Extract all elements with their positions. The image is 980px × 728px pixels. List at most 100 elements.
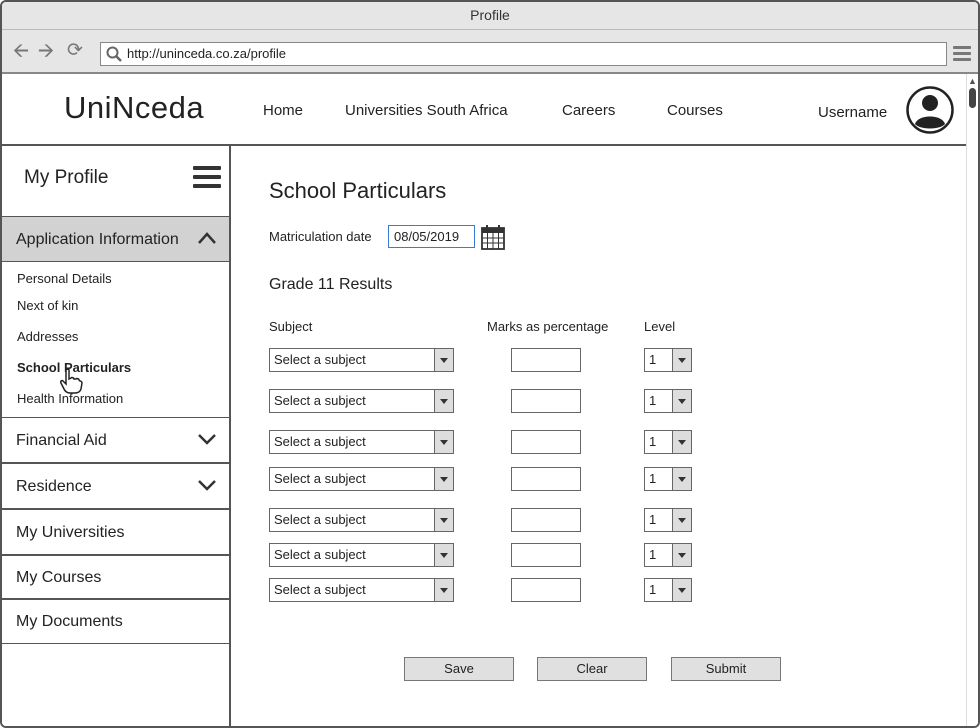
chevron-down-icon [198,480,216,491]
level-select[interactable]: 1 [644,348,692,372]
page-title: School Particulars [269,178,447,203]
subject-select[interactable]: Select a subject [269,467,454,491]
scroll-thumb[interactable] [969,88,976,108]
sidebar-item-label: Application Information [16,231,179,248]
subject-select-value: Select a subject [274,434,366,449]
sidebar-item-label: Residence [16,478,92,495]
dropdown-arrow-icon [672,509,691,531]
marks-input[interactable] [511,348,581,372]
level-select-value: 1 [649,434,657,449]
dropdown-arrow-icon [672,390,691,412]
submit-button[interactable]: Submit [671,657,781,681]
sidebar-subitem-personal-details[interactable]: Personal Details [17,271,112,286]
level-select-value: 1 [649,547,657,562]
hand-cursor-icon [60,368,83,394]
level-select-value: 1 [649,512,657,527]
sidebar-item-my-documents[interactable]: My Documents [2,599,229,644]
dropdown-arrow-icon [672,579,691,601]
subject-select-value: Select a subject [274,582,366,597]
sidebar-item-label: My Universities [16,524,125,541]
level-column-header: Level [644,319,676,334]
nav-careers[interactable]: Careers [562,102,615,119]
dropdown-arrow-icon [672,431,691,453]
matric-date-label: Matriculation date [269,229,372,244]
window-title: Profile [2,2,978,30]
level-select[interactable]: 1 [644,508,692,532]
url-text: http://uninceda.co.za/profile [127,46,286,61]
dropdown-arrow-icon [434,390,453,412]
calendar-icon[interactable] [481,224,505,250]
level-select[interactable]: 1 [644,467,692,491]
sidebar-item-financial-aid[interactable]: Financial Aid [2,417,229,463]
browser-window: Profile 🡨 🡪 ⟳ http://uninceda.co.za/prof… [0,0,980,728]
search-icon [106,46,122,62]
marks-input[interactable] [511,430,581,454]
marks-input[interactable] [511,508,581,532]
browser-menu-icon[interactable] [953,46,971,64]
chevron-up-icon [198,232,216,244]
dropdown-arrow-icon [434,431,453,453]
nav-home[interactable]: Home [263,102,303,119]
marks-column-header: Marks as percentage [487,319,609,334]
clear-button[interactable]: Clear [537,657,647,681]
subject-select[interactable]: Select a subject [269,543,454,567]
level-select-value: 1 [649,471,657,486]
level-select-value: 1 [649,393,657,408]
chevron-down-icon [198,434,216,445]
subject-select-value: Select a subject [274,471,366,486]
subject-select-value: Select a subject [274,352,366,367]
dropdown-arrow-icon [672,544,691,566]
dropdown-arrow-icon [672,468,691,490]
sidebar-item-residence[interactable]: Residence [2,463,229,509]
sidebar-item-label: My Documents [16,613,123,630]
nav-courses[interactable]: Courses [667,102,723,119]
level-select[interactable]: 1 [644,578,692,602]
level-select[interactable]: 1 [644,430,692,454]
dropdown-arrow-icon [434,579,453,601]
nav-universities[interactable]: Universities South Africa [345,102,508,119]
subject-column-header: Subject [269,319,313,334]
forward-arrow-icon[interactable]: 🡪 [35,40,57,62]
sidebar-item-my-universities[interactable]: My Universities [2,509,229,555]
subject-select[interactable]: Select a subject [269,430,454,454]
sidebar-item-my-courses[interactable]: My Courses [2,555,229,599]
sidebar: My Profile Application Information Perso… [2,146,231,726]
address-bar[interactable]: http://uninceda.co.za/profile [100,42,947,66]
subject-select[interactable]: Select a subject [269,508,454,532]
sidebar-subitem-addresses[interactable]: Addresses [17,329,78,344]
marks-input[interactable] [511,543,581,567]
reload-icon[interactable]: ⟳ [64,40,86,62]
sidebar-subitem-next-of-kin[interactable]: Next of kin [17,298,78,313]
back-arrow-icon[interactable]: 🡨 [10,40,32,62]
level-select[interactable]: 1 [644,543,692,567]
scroll-up-icon[interactable]: ▲ [968,76,977,86]
site-header: UniNceda Home Universities South Africa … [2,74,966,146]
subject-select[interactable]: Select a subject [269,348,454,372]
subject-select[interactable]: Select a subject [269,578,454,602]
page-scrollbar[interactable]: ▲ [966,74,978,726]
marks-input[interactable] [511,578,581,602]
subject-select[interactable]: Select a subject [269,389,454,413]
site-logo[interactable]: UniNceda [64,90,204,126]
sidebar-title: My Profile [24,167,109,188]
dropdown-arrow-icon [672,349,691,371]
dropdown-arrow-icon [434,468,453,490]
hamburger-menu-icon[interactable] [193,166,221,193]
marks-input[interactable] [511,389,581,413]
sidebar-item-label: My Courses [16,569,102,586]
dropdown-arrow-icon [434,509,453,531]
sidebar-item-application-information[interactable]: Application Information [2,216,229,262]
level-select[interactable]: 1 [644,389,692,413]
subject-select-value: Select a subject [274,547,366,562]
subject-select-value: Select a subject [274,393,366,408]
marks-input[interactable] [511,467,581,491]
sidebar-item-label: Financial Aid [16,432,107,449]
matric-date-input[interactable]: 08/05/2019 [388,225,475,248]
username-label[interactable]: Username [818,104,887,121]
dropdown-arrow-icon [434,349,453,371]
level-select-value: 1 [649,582,657,597]
user-avatar-icon[interactable] [906,86,954,134]
save-button[interactable]: Save [404,657,514,681]
grade-results-title: Grade 11 Results [269,276,393,293]
subject-select-value: Select a subject [274,512,366,527]
